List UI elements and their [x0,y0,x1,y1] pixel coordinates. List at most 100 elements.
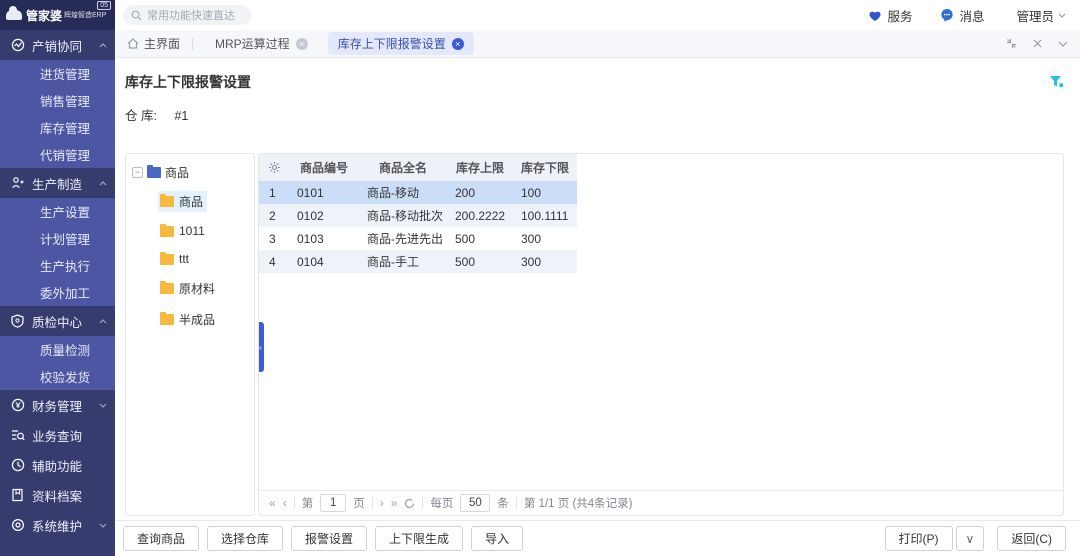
prev-page-button[interactable]: ‹ [283,496,287,510]
quick-search-input[interactable]: 常用功能快速直达 [123,5,251,25]
print-dropdown-button[interactable]: ∨ [956,526,985,551]
first-page-button[interactable]: « [269,496,276,510]
sidebar-item-zhiliang[interactable]: 质量检测 [0,336,115,363]
sidebar-group-yewu-chaxun[interactable]: 业务查询 [0,420,115,450]
sidebar-item-jiaoyan[interactable]: 校验发货 [0,363,115,390]
sidebar-group-zhijian[interactable]: 质检中心 [0,306,115,336]
select-warehouse-button[interactable]: 选择仓库 [207,526,283,551]
import-button[interactable]: 导入 [471,526,523,551]
page-label-post: 页 [353,495,365,511]
tab-home[interactable]: 主界面 [127,35,180,52]
table-row[interactable]: 3 0103 商品-先进先出 500 300 [259,227,577,250]
sidebar-group-ziliao[interactable]: 资料档案 [0,480,115,510]
page-label-pre: 第 [302,495,314,511]
alert-settings-button[interactable]: 报警设置 [291,526,367,551]
col-header-name[interactable]: 商品全名 [359,154,447,181]
chevron-up-icon [99,43,107,48]
tab-close-icon[interactable]: × [296,38,308,50]
app-window: 管家婆 辉煌智造ERP 05 产销协同 进货管理 销售管理 库存管理 代销管理 [0,0,1080,556]
sidebar-item-daixiao[interactable]: 代销管理 [0,141,115,168]
sidebar-group-shengchan[interactable]: 生产制造 [0,168,115,198]
sidebar-group-fuzhu[interactable]: 辅助功能 [0,450,115,480]
service-button[interactable]: 服务 [868,6,912,25]
tree-item-shangpin[interactable]: 商品 [158,191,207,212]
col-header-code[interactable]: 商品编号 [289,154,359,181]
col-header-lower[interactable]: 库存下限 [513,154,577,181]
filter-funnel-icon[interactable] [1049,75,1064,89]
generate-limits-button[interactable]: 上下限生成 [375,526,463,551]
warehouse-label: 仓 库: [125,109,157,123]
page-size-input[interactable] [460,494,490,512]
tab-close-icon[interactable]: × [452,38,464,50]
print-button[interactable]: 打印(P) [885,526,953,551]
sidebar-group-caiwu[interactable]: 财务管理 [0,390,115,420]
sidebar-item-jinhuo[interactable]: 进货管理 [0,60,115,87]
tree-collapse-icon[interactable]: − [132,167,143,178]
table-row[interactable]: 1 0101 商品-移动 200 100 [259,181,577,204]
tree-item-yuancailiao[interactable]: 原材料 [158,278,219,299]
footer-action-bar: 查询商品 选择仓库 报警设置 上下限生成 导入 打印(P) ∨ 返回(C) [115,520,1080,556]
per-page-label-post: 条 [497,495,509,511]
tree-item-ttt[interactable]: ttt [158,250,193,268]
user-menu[interactable]: 管理员 [1016,6,1066,25]
sidebar-item-jihua[interactable]: 计划管理 [0,225,115,252]
folder-icon [160,314,174,325]
brand-logo: 管家婆 辉煌智造ERP 05 [0,0,115,30]
sidebar-item-zhixing[interactable]: 生产执行 [0,252,115,279]
search-icon [131,10,142,21]
tree-item-banchengpin[interactable]: 半成品 [158,309,219,330]
tree-splitter-handle[interactable]: ‹ [258,322,264,372]
page-number-input[interactable] [320,494,346,512]
tab-list-chevron-icon[interactable] [1058,41,1068,47]
category-tree-panel: − 商品 商品 1011 ttt [125,153,255,516]
folder-icon [160,196,174,207]
tab-bar: 主界面 MRP运算过程 × 库存上下限报警设置 × [115,30,1080,58]
message-button[interactable]: 消息 [940,6,984,25]
archive-bookmark-icon [10,488,25,503]
chat-bubble-icon [940,8,954,22]
sidebar-item-xiaoshou[interactable]: 销售管理 [0,87,115,114]
tab-mrp[interactable]: MRP运算过程 × [205,32,318,55]
shield-icon [10,314,25,329]
tree-root-node[interactable]: − 商品 [132,164,248,181]
cell-name: 商品-移动 [359,181,447,204]
sidebar-item-kucun[interactable]: 库存管理 [0,114,115,141]
cell-code: 0102 [289,204,359,227]
row-number: 3 [259,227,289,250]
pagination-bar: « ‹ 第 页 › » 每页 [259,490,1063,515]
tree-item-label: 商品 [179,193,203,210]
table-row[interactable]: 4 0104 商品-手工 500 300 [259,250,577,273]
close-all-tabs-icon[interactable] [1033,39,1042,48]
tab-home-label: 主界面 [144,35,180,52]
last-page-button[interactable]: » [391,496,398,510]
pager-divider [372,497,373,509]
row-number: 4 [259,250,289,273]
next-page-button[interactable]: › [380,496,384,510]
pager-divider [422,497,423,509]
query-goods-button[interactable]: 查询商品 [123,526,199,551]
sidebar-group-label: 业务查询 [32,426,82,445]
refresh-icon[interactable] [404,498,415,509]
sidebar-group-label: 生产制造 [32,174,82,193]
cell-code: 0104 [289,250,359,273]
sidebar-item-weiwai[interactable]: 委外加工 [0,279,115,306]
sidebar-group-xitong[interactable]: 系统维护 [0,510,115,540]
content-header: 库存上下限报警设置 [125,58,1064,92]
back-button[interactable]: 返回(C) [997,526,1066,551]
main-area: 常用功能快速直达 服务 消息 管理员 主界面 [115,0,1080,556]
tree-item-1011[interactable]: 1011 [158,222,209,240]
col-header-upper[interactable]: 库存上限 [447,154,513,181]
cell-lower: 100.1111 [513,204,577,227]
folder-icon [160,226,174,237]
brand-subtitle: 辉煌智造ERP [64,10,106,20]
sidebar-item-shengchan-shezhi[interactable]: 生产设置 [0,198,115,225]
tab-stock-limit-active[interactable]: 库存上下限报警设置 × [328,32,474,55]
column-settings-gear-icon[interactable] [259,154,289,181]
sidebar-group-chanxiao[interactable]: 产销协同 [0,30,115,60]
collapse-tabs-icon[interactable] [1006,38,1017,49]
table-row[interactable]: 2 0102 商品-移动批次 200.2222 100.1111 [259,204,577,227]
cell-name: 商品-手工 [359,250,447,273]
sidebar-group-label: 质检中心 [32,312,82,331]
sidebar-submenu: 质量检测 校验发货 [0,336,115,390]
tab-separator [192,38,193,50]
